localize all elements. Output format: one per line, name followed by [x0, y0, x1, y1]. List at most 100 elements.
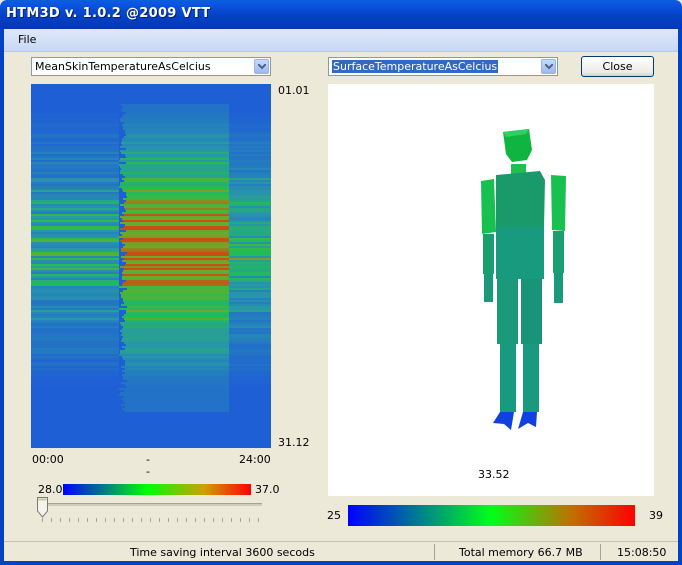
- heatmap-cell: [120, 92, 230, 94]
- heatmap-cell: [31, 320, 119, 322]
- heatmap-cell: [229, 84, 271, 86]
- heatmap-cell: [31, 408, 119, 410]
- heatmap-cell: [125, 208, 235, 210]
- body-3d-viewport[interactable]: [328, 84, 654, 496]
- status-memory: Total memory 66.7 MB: [459, 546, 583, 559]
- heatmap-cell: [31, 438, 119, 440]
- heatmap-cell: [31, 334, 119, 336]
- heatmap-cell: [126, 162, 236, 164]
- heatmap-cell: [229, 432, 271, 434]
- menu-file[interactable]: File: [18, 33, 36, 46]
- heatmap-cell: [31, 248, 119, 250]
- heatmap-cell: [229, 118, 271, 120]
- heatmap-cell: [121, 248, 231, 250]
- heatmap-cell: [120, 172, 230, 174]
- heatmap-cell: [127, 306, 237, 308]
- heatmap-cell: [31, 354, 119, 356]
- slider-tick: [114, 518, 115, 522]
- heatmap-cell: [31, 184, 119, 186]
- heatmap-cell: [229, 290, 271, 292]
- heatmap-cell: [127, 288, 237, 290]
- title-bar[interactable]: HTM3D v. 1.0.2 @2009 VTT: [0, 0, 682, 29]
- heatmap-cell: [121, 334, 231, 336]
- heatmap-cell: [229, 294, 271, 296]
- heatmap-cell: [229, 124, 271, 126]
- heatmap-cell: [126, 194, 236, 196]
- heatmap-cell: [120, 232, 230, 234]
- close-button[interactable]: Close: [581, 56, 654, 77]
- heatmap-cell: [31, 300, 119, 302]
- heatmap-cell: [31, 232, 119, 234]
- heatmap-cell: [125, 224, 235, 226]
- heatmap-cell: [126, 156, 236, 158]
- heatmap-cell: [31, 108, 119, 110]
- heatmap-cell: [123, 96, 233, 98]
- heatmap-cell: [31, 112, 119, 114]
- left-variable-dropdown[interactable]: MeanSkinTemperatureAsCelcius: [31, 57, 271, 76]
- heatmap-cell: [229, 198, 271, 200]
- heatmap-cell: [229, 184, 271, 186]
- right-scale-max: 39: [649, 509, 663, 522]
- heatmap-cell: [229, 374, 271, 376]
- heatmap-cell: [121, 256, 231, 258]
- heatmap-cell: [31, 146, 119, 148]
- heatmap-cell: [121, 418, 231, 420]
- time-slider-track[interactable]: [38, 503, 262, 506]
- heatmap-cell: [31, 332, 119, 334]
- heatmap-cell: [126, 210, 236, 212]
- heatmap-cell: [126, 422, 236, 424]
- heatmap-cell: [229, 186, 271, 188]
- chevron-down-icon[interactable]: [541, 59, 556, 74]
- heatmap-cell: [124, 318, 234, 320]
- heatmap-cell: [229, 346, 271, 348]
- heatmap-cell: [31, 176, 119, 178]
- heatmap-cell: [119, 394, 229, 396]
- heatmap-cell: [120, 182, 230, 184]
- heatmap-cell: [119, 236, 229, 238]
- heatmap-cell: [31, 114, 119, 116]
- slider-tick: [240, 518, 241, 522]
- heatmap-cell: [229, 384, 271, 386]
- heatmap-cell: [229, 126, 271, 128]
- heatmap-cell: [31, 116, 119, 118]
- heatmap-cell: [229, 302, 271, 304]
- heatmap-cell: [31, 376, 119, 378]
- heatmap-cell: [125, 402, 235, 404]
- heatmap-cell: [229, 194, 271, 196]
- heatmap-cell: [229, 276, 271, 278]
- heatmap-cell: [229, 332, 271, 334]
- heatmap-cell: [229, 394, 271, 396]
- heatmap-cell: [31, 220, 119, 222]
- heatmap-cell: [229, 250, 271, 252]
- heatmap-cell: [120, 184, 230, 186]
- heatmap-cell: [120, 166, 230, 168]
- heatmap-cell: [123, 426, 233, 428]
- slider-tick: [159, 518, 160, 522]
- heatmap-cell: [31, 336, 119, 338]
- heatmap-cell: [120, 150, 230, 152]
- heatmap-cell: [125, 364, 235, 366]
- heatmap-cell: [31, 410, 119, 412]
- heatmap-cell: [31, 282, 119, 284]
- right-variable-dropdown[interactable]: SurfaceTemperatureAsCelcius: [328, 57, 558, 76]
- heatmap-cell: [31, 96, 119, 98]
- heatmap-cell: [31, 198, 119, 200]
- heatmap-cell: [31, 358, 119, 360]
- menu-bar: File: [4, 29, 678, 52]
- heatmap-cell: [121, 398, 231, 400]
- heatmap-cell: [229, 90, 271, 92]
- heatmap-cell: [119, 160, 229, 162]
- temperature-heatmap[interactable]: [31, 84, 271, 448]
- heatmap-cell: [31, 262, 119, 264]
- heatmap-cell: [229, 162, 271, 164]
- heatmap-cell: [120, 228, 230, 230]
- slider-tick: [51, 518, 52, 522]
- heatmap-cell: [229, 398, 271, 400]
- chevron-down-icon[interactable]: [254, 59, 269, 74]
- time-slider-thumb[interactable]: [37, 497, 48, 518]
- heatmap-cell: [122, 278, 232, 280]
- heatmap-cell: [31, 312, 119, 314]
- heatmap-cell: [122, 332, 232, 334]
- heatmap-cell: [229, 320, 271, 322]
- heatmap-cell: [120, 120, 230, 122]
